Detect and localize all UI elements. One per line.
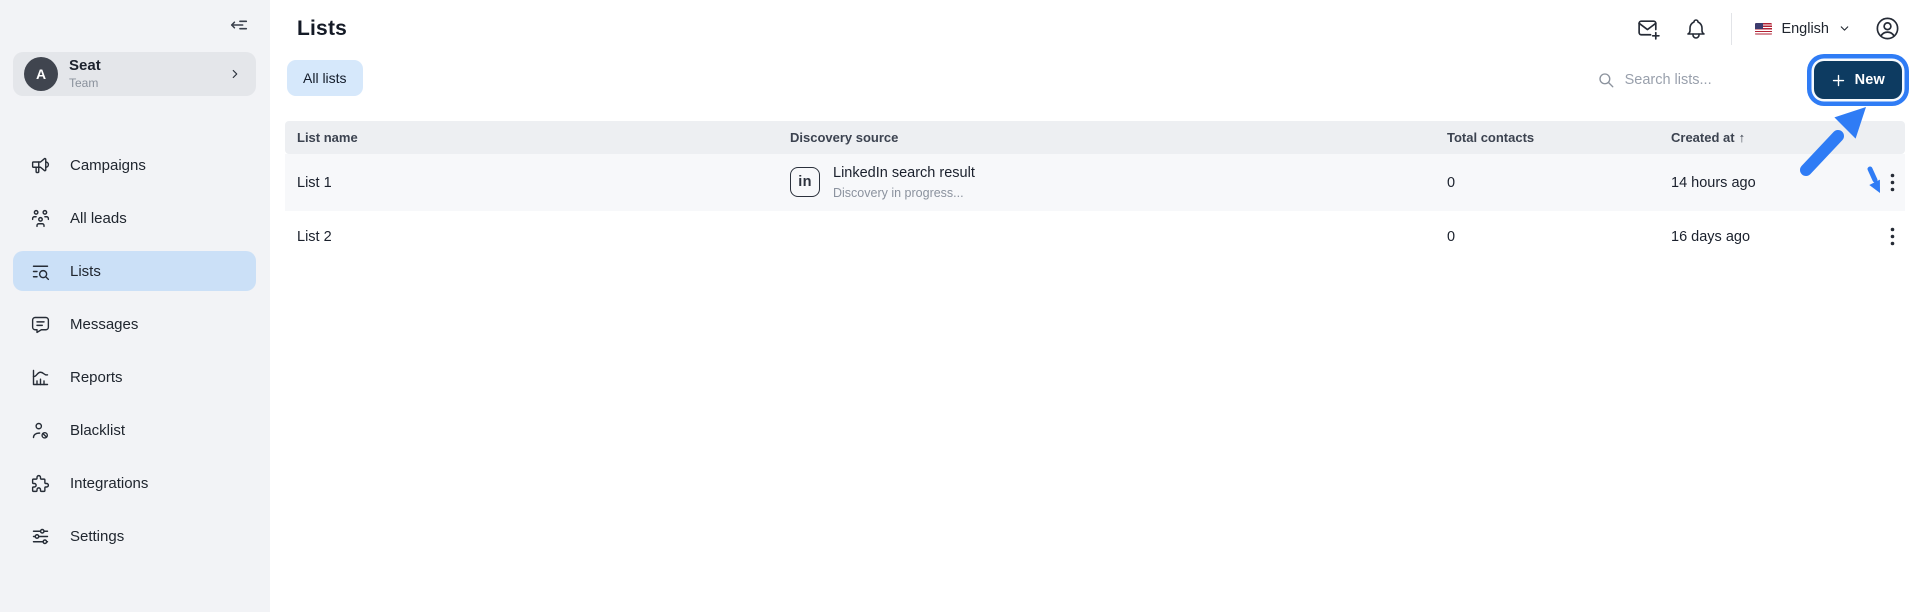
sidebar-item-label: Reports <box>70 368 123 386</box>
column-header-total-contacts[interactable]: Total contacts <box>1447 130 1671 145</box>
user-profile-icon[interactable] <box>1874 15 1901 42</box>
sidebar-item-label: Messages <box>70 315 139 333</box>
created-at: 16 days ago <box>1671 228 1751 245</box>
sidebar-item-label: Blacklist <box>70 421 126 439</box>
column-header-discovery-source[interactable]: Discovery source <box>790 130 1447 145</box>
new-button[interactable]: New <box>1813 61 1902 99</box>
message-bubble-icon <box>30 314 51 335</box>
total-contacts: 0 <box>1447 228 1456 245</box>
users-group-icon <box>30 208 51 229</box>
sidebar-item-lists[interactable]: Lists <box>13 251 256 291</box>
sort-asc-icon: ↑ <box>1738 130 1746 145</box>
sidebar-nav: Campaigns All leads Lists Messages Repor… <box>0 145 270 556</box>
toolbar: All lists New <box>270 46 1917 99</box>
source-status: Discovery in progress... <box>833 185 964 200</box>
sidebar-item-settings[interactable]: Settings <box>13 516 256 556</box>
team-role: Team <box>69 75 99 90</box>
page-title: Lists <box>297 16 348 40</box>
table-header-row: List name Discovery source Total contact… <box>285 121 1905 154</box>
sliders-icon <box>30 526 51 547</box>
sidebar-item-label: Campaigns <box>70 156 146 174</box>
plus-icon <box>1831 73 1846 88</box>
search-box <box>1591 62 1796 98</box>
sidebar-item-campaigns[interactable]: Campaigns <box>13 145 256 185</box>
sidebar-item-label: All leads <box>70 209 127 227</box>
language-selector[interactable]: English <box>1755 21 1851 37</box>
bell-icon[interactable] <box>1684 17 1708 41</box>
sidebar-item-label: Settings <box>70 527 125 545</box>
search-icon <box>1597 71 1615 89</box>
sidebar-item-reports[interactable]: Reports <box>13 357 256 397</box>
main-content: Lists English All lists Search lists... … <box>270 0 1917 612</box>
sidebar-item-blacklist[interactable]: Blacklist <box>13 410 256 450</box>
sidebar-item-label: Integrations <box>70 474 149 492</box>
chevron-down-icon <box>1838 22 1851 35</box>
list-name: List 1 <box>297 174 332 191</box>
megaphone-icon <box>30 155 51 176</box>
sidebar-item-all-leads[interactable]: All leads <box>13 198 256 238</box>
tab-all-lists[interactable]: All lists <box>287 60 363 96</box>
language-label: English <box>1781 20 1829 37</box>
team-avatar: A <box>24 57 58 91</box>
table-row[interactable]: List 2 0 16 days ago <box>285 211 1905 262</box>
topbar: Lists English <box>270 0 1917 46</box>
sidebar-collapse-icon[interactable] <box>228 14 250 36</box>
linkedin-icon: in <box>790 167 820 198</box>
bar-chart-icon <box>30 367 51 388</box>
divider <box>1731 12 1733 45</box>
search-input[interactable] <box>1624 72 1785 88</box>
lists-table: List name Discovery source Total contact… <box>285 121 1905 262</box>
puzzle-piece-icon <box>30 473 51 494</box>
sidebar: A Seat Team Campaigns All leads Lists Me… <box>0 0 270 612</box>
team-switcher[interactable]: A Seat Team <box>13 52 256 96</box>
total-contacts: 0 <box>1447 174 1456 191</box>
sidebar-item-integrations[interactable]: Integrations <box>13 463 256 503</box>
row-actions-kebab-icon[interactable] <box>1890 173 1905 192</box>
sidebar-item-label: Lists <box>70 262 101 280</box>
column-header-created-at[interactable]: Created at ↑ <box>1671 130 1865 145</box>
tab-label: All lists <box>303 70 347 86</box>
sidebar-item-messages[interactable]: Messages <box>13 304 256 344</box>
column-header-list-name[interactable]: List name <box>285 130 790 145</box>
created-at: 14 hours ago <box>1671 174 1756 191</box>
chevron-right-icon <box>228 67 242 81</box>
list-name: List 2 <box>297 228 332 245</box>
new-button-label: New <box>1854 72 1885 88</box>
table-row[interactable]: List 1 in LinkedIn search result Discove… <box>285 154 1905 211</box>
row-actions-kebab-icon[interactable] <box>1890 227 1905 246</box>
team-name: Seat <box>69 57 101 75</box>
mail-plus-icon[interactable] <box>1636 16 1661 41</box>
us-flag-icon <box>1755 22 1773 35</box>
user-blocked-icon <box>30 420 51 441</box>
list-search-icon <box>30 261 51 282</box>
source-title: LinkedIn search result <box>833 165 975 182</box>
